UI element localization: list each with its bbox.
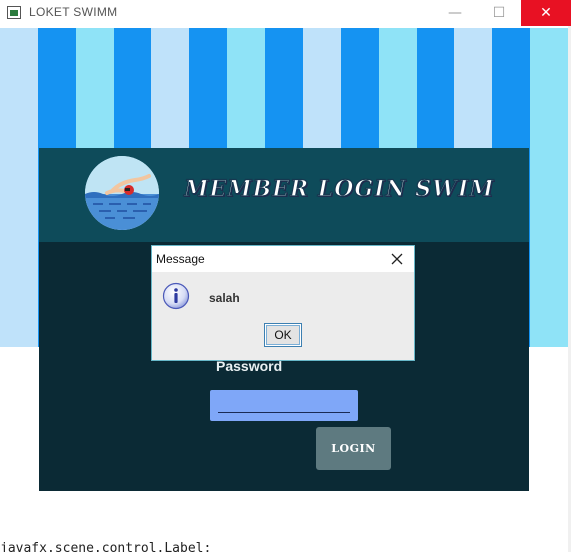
window-titlebar: LOKET SWIMM — ☐ ✕ xyxy=(0,0,571,26)
login-header: MEMBER LOGIN SWIM xyxy=(39,148,529,242)
minimize-button[interactable]: — xyxy=(432,0,478,26)
info-icon xyxy=(162,282,190,310)
password-underline xyxy=(218,412,350,413)
background-stripe xyxy=(0,28,38,347)
password-field[interactable] xyxy=(210,390,358,421)
dialog-title: Message xyxy=(156,252,205,266)
maximize-button[interactable]: ☐ xyxy=(476,0,522,26)
dialog-close-button[interactable] xyxy=(385,248,409,270)
close-window-button[interactable]: ✕ xyxy=(521,0,571,26)
close-icon xyxy=(391,253,403,265)
app-icon xyxy=(7,6,21,19)
dialog-message: salah xyxy=(209,291,240,305)
message-dialog: Message salah OK xyxy=(151,245,415,361)
swimmer-logo xyxy=(85,156,159,230)
window-title: LOKET SWIMM xyxy=(29,5,118,19)
dialog-titlebar: Message xyxy=(152,246,414,272)
login-button[interactable]: LOGIN xyxy=(316,427,391,470)
background-stripe xyxy=(530,28,568,347)
console-text: javafx.scene.control.Label; xyxy=(0,541,212,552)
login-title: MEMBER LOGIN SWIM xyxy=(183,175,495,202)
ok-button[interactable]: OK xyxy=(264,323,302,347)
